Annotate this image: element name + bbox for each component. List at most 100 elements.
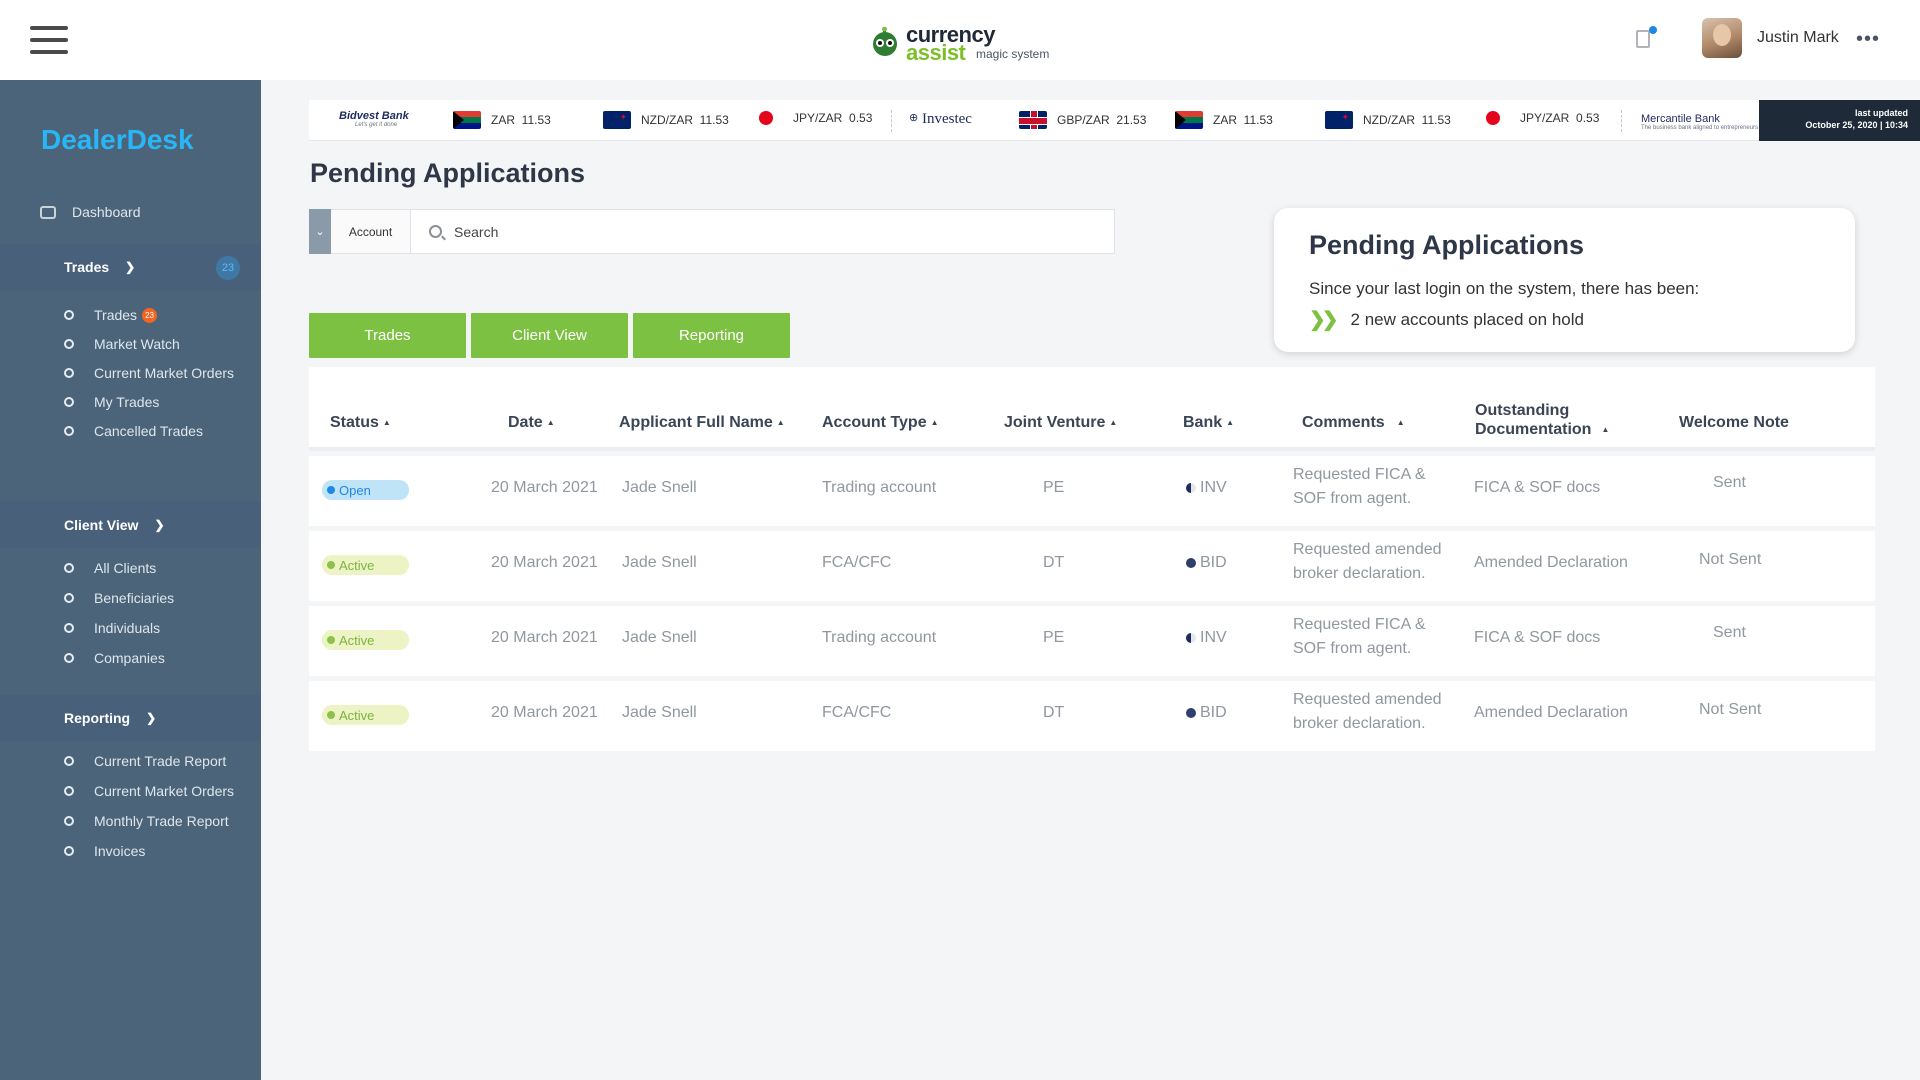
- sidebar-item-my-trades[interactable]: My Trades: [64, 394, 159, 410]
- column-header-welcome-note[interactable]: Welcome Note: [1679, 414, 1789, 432]
- section-client-view[interactable]: Client View ❯: [0, 502, 261, 548]
- documentation-cell: FICA & SOF docs: [1474, 629, 1601, 646]
- table-row[interactable]: Active 20 March 2021 Jade Snell FCA/CFC …: [309, 531, 1875, 601]
- rate-pair: ZAR: [1213, 113, 1237, 127]
- date-cell: 20 March 2021: [491, 479, 598, 496]
- new-zealand-flag-icon: [603, 111, 631, 129]
- circle-bullet-icon: [64, 846, 74, 856]
- sidebar-item-cancelled-trades[interactable]: Cancelled Trades: [64, 423, 203, 439]
- table-row[interactable]: Active 20 March 2021 Jade Snell Trading …: [309, 606, 1875, 676]
- reporting-button[interactable]: Reporting: [633, 313, 790, 358]
- status-badge[interactable]: Open: [322, 480, 409, 500]
- status-badge[interactable]: Active: [322, 555, 409, 575]
- trades-count-badge: 23: [216, 256, 240, 280]
- sidebar-item-individuals[interactable]: Individuals: [64, 620, 160, 636]
- sidebar-item-label: Dashboard: [72, 204, 141, 220]
- chevron-down-icon: ❯: [154, 518, 165, 532]
- status-badge[interactable]: Active: [322, 705, 409, 725]
- trades-badge: 23: [142, 307, 158, 323]
- status-badge[interactable]: Active: [322, 630, 409, 650]
- sidebar-item-all-clients[interactable]: All Clients: [64, 560, 156, 576]
- bank-code: INV: [1200, 479, 1227, 496]
- sidebar-item-beneficiaries[interactable]: Beneficiaries: [64, 590, 174, 606]
- column-header-applicant[interactable]: Applicant Full Name ▲: [619, 414, 785, 432]
- column-header-account-type[interactable]: Account Type ▲: [822, 414, 939, 432]
- column-label: Account Type: [822, 414, 927, 431]
- applicant-cell: Jade Snell: [622, 554, 697, 571]
- documentation-cell: Amended Declaration: [1474, 554, 1628, 571]
- ticker-rate: NZD/ZAR 11.53: [603, 111, 729, 129]
- rate-pair: ZAR: [491, 113, 515, 127]
- new-zealand-flag-icon: [1325, 111, 1353, 129]
- ticker-rate: GBP/ZAR 21.53: [1019, 111, 1146, 129]
- bidvest-bank-logo: Bidvest Bank Let's get it done: [339, 110, 409, 128]
- account-type-cell: Trading account: [822, 629, 937, 646]
- date-cell: 20 March 2021: [491, 704, 598, 721]
- sidebar-item-market-watch[interactable]: Market Watch: [64, 336, 180, 352]
- sidebar-item-dashboard[interactable]: Dashboard: [40, 204, 141, 220]
- sidebar-item-current-market-orders-report[interactable]: Current Market Orders: [64, 783, 234, 799]
- sort-icon: ▲: [1226, 418, 1235, 428]
- page-title: Pending Applications: [310, 158, 586, 188]
- circle-bullet-icon: [64, 786, 74, 796]
- table-row[interactable]: Open 20 March 2021 Jade Snell Trading ac…: [309, 456, 1875, 526]
- column-header-bank[interactable]: Bank ▲: [1183, 414, 1234, 432]
- notice-item: ❯❯ 2 new accounts placed on hold: [1309, 307, 1584, 332]
- brand-title[interactable]: DealerDesk: [41, 124, 194, 156]
- chevron-down-icon: ❯: [125, 260, 136, 274]
- bank-cell: BID: [1186, 554, 1227, 572]
- client-view-button[interactable]: Client View: [471, 313, 628, 358]
- sidebar-item-label: Market Watch: [94, 336, 180, 352]
- hamburger-menu-icon[interactable]: [30, 26, 68, 54]
- sidebar-item-label: Individuals: [94, 620, 161, 636]
- sidebar: DealerDesk Dashboard Trades ❯ 23 Trades 2…: [0, 80, 261, 1080]
- globe-icon: ⊕: [909, 112, 919, 124]
- user-name[interactable]: Justin Mark: [1757, 29, 1839, 47]
- double-chevron-right-icon: ❯❯: [1309, 309, 1338, 331]
- avatar[interactable]: [1702, 18, 1742, 58]
- sidebar-item-invoices[interactable]: Invoices: [64, 843, 145, 859]
- section-trades[interactable]: Trades ❯ 23: [0, 244, 261, 290]
- japan-flag-icon: [759, 111, 773, 125]
- sort-icon: ▲: [382, 418, 391, 428]
- rate-value: 21.53: [1116, 113, 1147, 127]
- section-reporting[interactable]: Reporting ❯: [0, 695, 261, 741]
- applicant-cell: Jade Snell: [622, 629, 697, 646]
- column-header-date[interactable]: Date ▲: [508, 414, 555, 432]
- sidebar-item-companies[interactable]: Companies: [64, 650, 165, 666]
- bidvest-bank-icon: [1186, 558, 1196, 568]
- sidebar-item-label: Current Trade Report: [94, 753, 227, 769]
- notice-title: Pending Applications: [1309, 230, 1585, 260]
- more-options-icon[interactable]: •••: [1856, 28, 1880, 51]
- mobile-device-icon[interactable]: [1636, 30, 1650, 48]
- search-input[interactable]: [454, 223, 1054, 240]
- sidebar-item-trades[interactable]: Trades 23: [64, 307, 158, 323]
- sidebar-item-label: All Clients: [94, 560, 157, 576]
- sidebar-item-current-market-orders[interactable]: Current Market Orders: [64, 365, 234, 381]
- chevron-down-icon[interactable]: ⌄: [309, 209, 331, 254]
- sidebar-item-label: Trades: [94, 307, 138, 323]
- column-header-status[interactable]: Status ▲: [330, 414, 391, 432]
- circle-bullet-icon: [64, 563, 74, 573]
- column-header-joint-venture[interactable]: Joint Venture ▲: [1004, 414, 1117, 432]
- sidebar-item-monthly-trade-report[interactable]: Monthly Trade Report: [64, 813, 229, 829]
- column-header-outstanding-documentation[interactable]: Outstanding Documentation ▲: [1475, 401, 1609, 439]
- column-label: Comments: [1302, 414, 1385, 431]
- bank-cell: BID: [1186, 704, 1227, 722]
- rate-pair: GBP/ZAR: [1057, 113, 1110, 127]
- table-row[interactable]: Active 20 March 2021 Jade Snell FCA/CFC …: [309, 681, 1875, 751]
- sort-icon: ▲: [1396, 418, 1405, 428]
- south-africa-flag-icon: [453, 111, 481, 129]
- currency-assist-logo[interactable]: currency assist magic system: [866, 15, 1066, 65]
- column-label: Outstanding: [1475, 402, 1570, 419]
- applications-table: Status ▲ Date ▲ Applicant Full Name ▲ Accou…: [309, 367, 1875, 751]
- sidebar-item-current-trade-report[interactable]: Current Trade Report: [64, 753, 226, 769]
- trades-button[interactable]: Trades: [309, 313, 466, 358]
- rate-value: 11.53: [699, 113, 729, 127]
- column-header-comments[interactable]: Comments ▲: [1302, 414, 1405, 432]
- sidebar-item-label: Invoices: [94, 843, 146, 859]
- rates-ticker: Bidvest Bank Let's get it done ZAR 11.53…: [309, 100, 1920, 141]
- account-filter-select[interactable]: Account: [331, 210, 411, 253]
- comments-cell: Requested amended broker declaration.: [1293, 541, 1442, 582]
- account-type-cell: FCA/CFC: [822, 704, 892, 721]
